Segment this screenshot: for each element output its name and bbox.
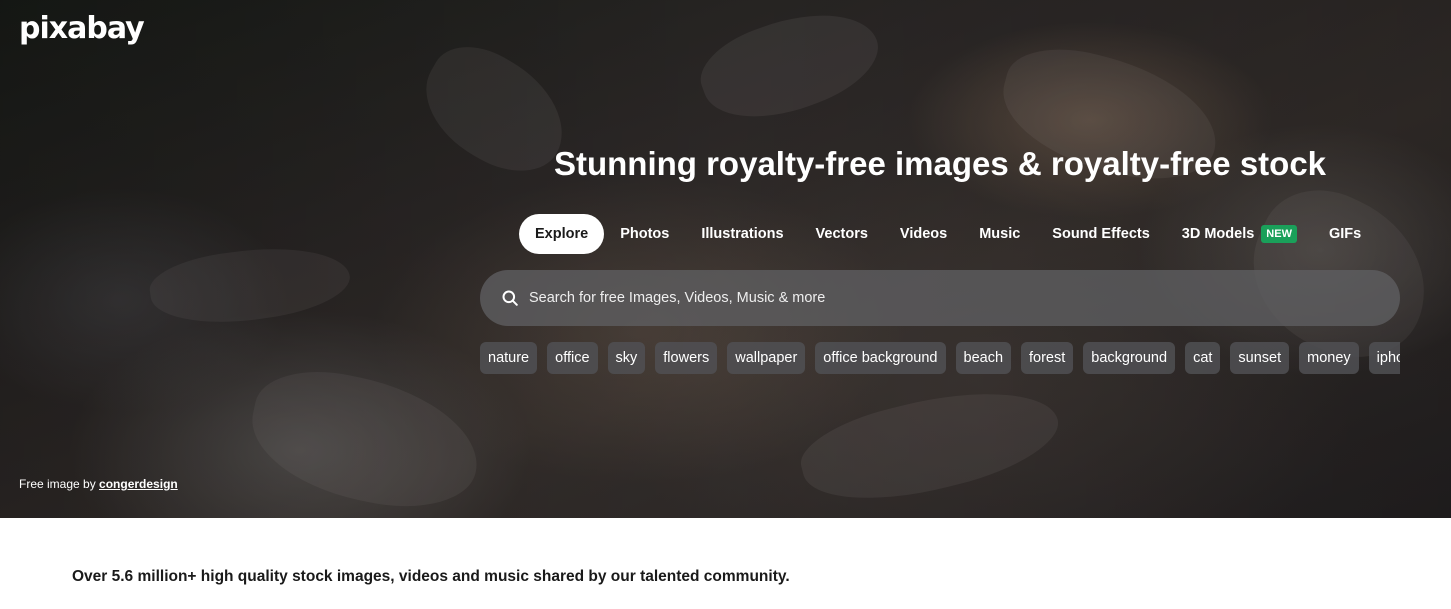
tab-label: Sound Effects bbox=[1052, 226, 1150, 242]
tab-label: GIFs bbox=[1328, 226, 1362, 242]
tab-illustrations[interactable]: Illustrations bbox=[685, 214, 799, 254]
tab-label: Music bbox=[979, 226, 1021, 242]
suggestion-chip[interactable]: money bbox=[1299, 342, 1359, 374]
suggestion-chip[interactable]: flowers bbox=[655, 342, 718, 374]
tab-photos[interactable]: Photos bbox=[604, 214, 685, 254]
new-badge: NEW bbox=[1261, 225, 1297, 243]
tab-3d-models[interactable]: 3D Models NEW bbox=[1166, 214, 1313, 254]
tab-label: Videos bbox=[899, 226, 948, 242]
search-input[interactable] bbox=[527, 269, 1400, 327]
search-suggestions: nature office sky flowers wallpaper offi… bbox=[480, 342, 1400, 374]
media-type-tabs: Explore Photos Illustrations Vectors Vid… bbox=[519, 214, 1377, 254]
tab-label: Vectors bbox=[815, 226, 868, 242]
image-credit: Free image by congerdesign bbox=[19, 477, 178, 491]
tab-label: 3D Models bbox=[1181, 226, 1255, 242]
search-icon[interactable] bbox=[499, 287, 521, 309]
suggestion-chip[interactable]: background bbox=[1083, 342, 1176, 374]
tab-explore[interactable]: Explore bbox=[519, 214, 605, 254]
tab-vectors[interactable]: Vectors bbox=[800, 214, 884, 254]
suggestion-chip[interactable]: iphone bbox=[1368, 342, 1400, 374]
suggestion-chip[interactable]: office bbox=[547, 342, 598, 374]
hero-headline: Stunning royalty-free images & royalty-f… bbox=[553, 145, 1327, 182]
search-bar[interactable] bbox=[480, 269, 1400, 327]
tab-label: Photos bbox=[620, 226, 670, 242]
suggestion-chip[interactable]: office background bbox=[815, 342, 946, 374]
tab-label: Illustrations bbox=[701, 226, 784, 242]
tab-videos[interactable]: Videos bbox=[884, 214, 963, 254]
tab-label: Explore bbox=[535, 226, 589, 242]
credit-author-link[interactable]: congerdesign bbox=[99, 477, 178, 491]
suggestion-chip[interactable]: forest bbox=[1021, 342, 1074, 374]
suggestion-chip[interactable]: cat bbox=[1185, 342, 1221, 374]
credit-prefix: Free image by bbox=[19, 477, 96, 491]
pixabay-logo[interactable]: pixabay bbox=[19, 11, 145, 46]
tab-sound-effects[interactable]: Sound Effects bbox=[1036, 214, 1165, 254]
suggestion-chip[interactable]: beach bbox=[955, 342, 1012, 374]
suggestion-chip[interactable]: nature bbox=[480, 342, 538, 374]
suggestion-chip[interactable]: sunset bbox=[1230, 342, 1290, 374]
community-tagline: Over 5.6 million+ high quality stock ima… bbox=[72, 568, 790, 585]
suggestion-chip[interactable]: wallpaper bbox=[727, 342, 806, 374]
tab-music[interactable]: Music bbox=[963, 214, 1036, 254]
suggestion-chip[interactable]: sky bbox=[607, 342, 646, 374]
hero-banner: pixabay Stunning royalty-free images & r… bbox=[0, 0, 1451, 518]
tab-gifs[interactable]: GIFs bbox=[1313, 214, 1377, 254]
